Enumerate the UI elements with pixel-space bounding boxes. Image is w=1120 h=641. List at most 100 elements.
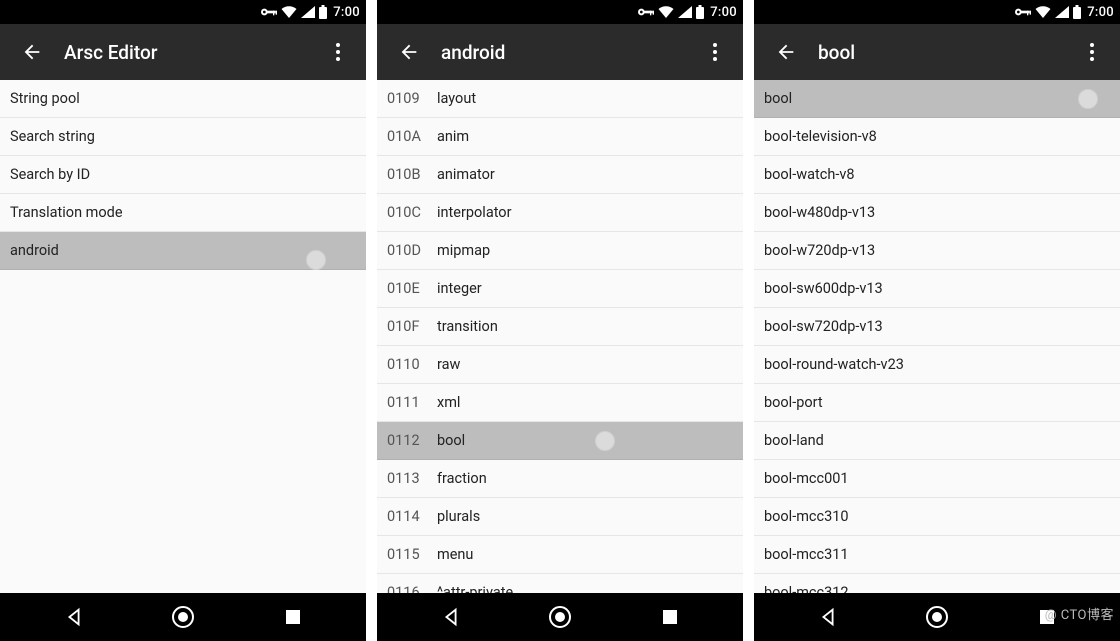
cellular-icon xyxy=(301,6,315,18)
list-item-label: bool-mcc001 xyxy=(764,470,849,487)
list-item-id: 010B xyxy=(387,166,437,183)
circle-home-icon xyxy=(171,605,195,629)
list-item[interactable]: bool-mcc312 xyxy=(754,574,1120,593)
list-item-label: bool-mcc311 xyxy=(764,546,849,563)
list-item[interactable]: android xyxy=(0,232,366,270)
square-recents-icon xyxy=(660,607,680,627)
list-item-id: 0112 xyxy=(387,432,437,449)
list-item-id: 010F xyxy=(387,318,437,335)
status-time: 7:00 xyxy=(710,5,737,20)
dot-icon xyxy=(1090,50,1094,54)
list-item[interactable]: 010Dmipmap xyxy=(377,232,743,270)
list-item-label: anim xyxy=(437,128,469,145)
status-bar: 7:00 xyxy=(0,0,366,24)
list-item[interactable]: bool-watch-v8 xyxy=(754,156,1120,194)
navigation-bar xyxy=(0,593,366,641)
list-item-label: raw xyxy=(437,356,460,373)
list-item-id: 010A xyxy=(387,128,437,145)
list-item[interactable]: 0111xml xyxy=(377,384,743,422)
wifi-icon xyxy=(658,6,674,18)
list-item[interactable]: 0115menu xyxy=(377,536,743,574)
back-button[interactable] xyxy=(385,28,433,76)
list-item[interactable]: bool-television-v8 xyxy=(754,118,1120,156)
nav-back-button[interactable] xyxy=(415,593,487,641)
list-item[interactable]: bool-mcc001 xyxy=(754,460,1120,498)
list-item-label: xml xyxy=(437,394,460,411)
list-item-label: bool-round-watch-v23 xyxy=(764,356,904,373)
list-item[interactable]: bool-w720dp-v13 xyxy=(754,232,1120,270)
list-item[interactable]: bool-round-watch-v23 xyxy=(754,346,1120,384)
back-button[interactable] xyxy=(762,28,810,76)
list-item-id: 0110 xyxy=(387,356,437,373)
arrow-back-icon xyxy=(21,41,43,63)
list-item[interactable]: bool-port xyxy=(754,384,1120,422)
list-item-id: 010C xyxy=(387,204,437,221)
list-item[interactable]: bool-w480dp-v13 xyxy=(754,194,1120,232)
status-bar: 7:00 xyxy=(754,0,1120,24)
overflow-menu-button[interactable] xyxy=(695,28,735,76)
list-item-label: bool-land xyxy=(764,432,824,449)
circle-home-icon xyxy=(925,605,949,629)
list-item[interactable]: 0110raw xyxy=(377,346,743,384)
toolbar: android xyxy=(377,24,743,80)
overflow-menu-button[interactable] xyxy=(318,28,358,76)
toolbar-title: bool xyxy=(818,41,1072,64)
nav-recents-button[interactable] xyxy=(257,593,329,641)
list-item[interactable]: 0109layout xyxy=(377,80,743,118)
list-item-label: bool xyxy=(437,432,465,449)
list-item[interactable]: String pool xyxy=(0,80,366,118)
dot-icon xyxy=(1090,57,1094,61)
nav-recents-button[interactable] xyxy=(1011,593,1083,641)
nav-home-button[interactable] xyxy=(901,593,973,641)
list-item[interactable]: 0114plurals xyxy=(377,498,743,536)
list-item[interactable]: bool-mcc310 xyxy=(754,498,1120,536)
back-button[interactable] xyxy=(8,28,56,76)
list-item-label: android xyxy=(10,242,59,259)
navigation-bar xyxy=(377,593,743,641)
list-item-id: 0109 xyxy=(387,90,437,107)
list-item[interactable]: 010Cinterpolator xyxy=(377,194,743,232)
nav-back-button[interactable] xyxy=(792,593,864,641)
list-item[interactable]: Search by ID xyxy=(0,156,366,194)
list-item[interactable]: 010Aanim xyxy=(377,118,743,156)
list-item[interactable]: 0112bool xyxy=(377,422,743,460)
list-item[interactable]: bool xyxy=(754,80,1120,118)
list-item-label: bool-television-v8 xyxy=(764,128,877,145)
list: String poolSearch stringSearch by ID Tran… xyxy=(0,80,366,593)
list-item-label: bool-sw600dp-v13 xyxy=(764,280,883,297)
vpn-key-icon xyxy=(638,7,654,17)
nav-home-button[interactable] xyxy=(147,593,219,641)
list-item[interactable]: bool-mcc311 xyxy=(754,536,1120,574)
list-item[interactable]: 010Ftransition xyxy=(377,308,743,346)
nav-back-button[interactable] xyxy=(38,593,110,641)
list-item[interactable]: 0116^attr-private xyxy=(377,574,743,593)
square-recents-icon xyxy=(283,607,303,627)
list-item-label: Translation mode xyxy=(10,204,123,221)
nav-home-button[interactable] xyxy=(524,593,596,641)
toolbar-title: android xyxy=(441,41,695,64)
list-item-label: plurals xyxy=(437,508,480,525)
list-item-label: bool-mcc310 xyxy=(764,508,849,525)
list-item[interactable]: bool-sw600dp-v13 xyxy=(754,270,1120,308)
list-item[interactable]: 0113fraction xyxy=(377,460,743,498)
list-item[interactable]: 010Einteger xyxy=(377,270,743,308)
cellular-icon xyxy=(678,6,692,18)
list: 0109layout010Aanim010Banimator010Cinterp… xyxy=(377,80,743,593)
navigation-bar xyxy=(754,593,1120,641)
toolbar: Arsc Editor xyxy=(0,24,366,80)
battery-icon xyxy=(1073,5,1081,19)
overflow-menu-button[interactable] xyxy=(1072,28,1112,76)
list-item-label: bool-port xyxy=(764,394,823,411)
list: boolbool-television-v8bool-watch-v8bool-… xyxy=(754,80,1120,593)
touch-ripple xyxy=(1078,89,1098,109)
nav-recents-button[interactable] xyxy=(634,593,706,641)
list-item-label: bool-sw720dp-v13 xyxy=(764,318,883,335)
list-item-id: 010E xyxy=(387,280,437,297)
list-item[interactable]: Search string xyxy=(0,118,366,156)
list-item-id: 0113 xyxy=(387,470,437,487)
list-item[interactable]: bool-land xyxy=(754,422,1120,460)
list-item[interactable]: bool-sw720dp-v13 xyxy=(754,308,1120,346)
list-item[interactable]: Translation mode xyxy=(0,194,366,232)
triangle-back-icon xyxy=(440,606,462,628)
list-item[interactable]: 010Banimator xyxy=(377,156,743,194)
